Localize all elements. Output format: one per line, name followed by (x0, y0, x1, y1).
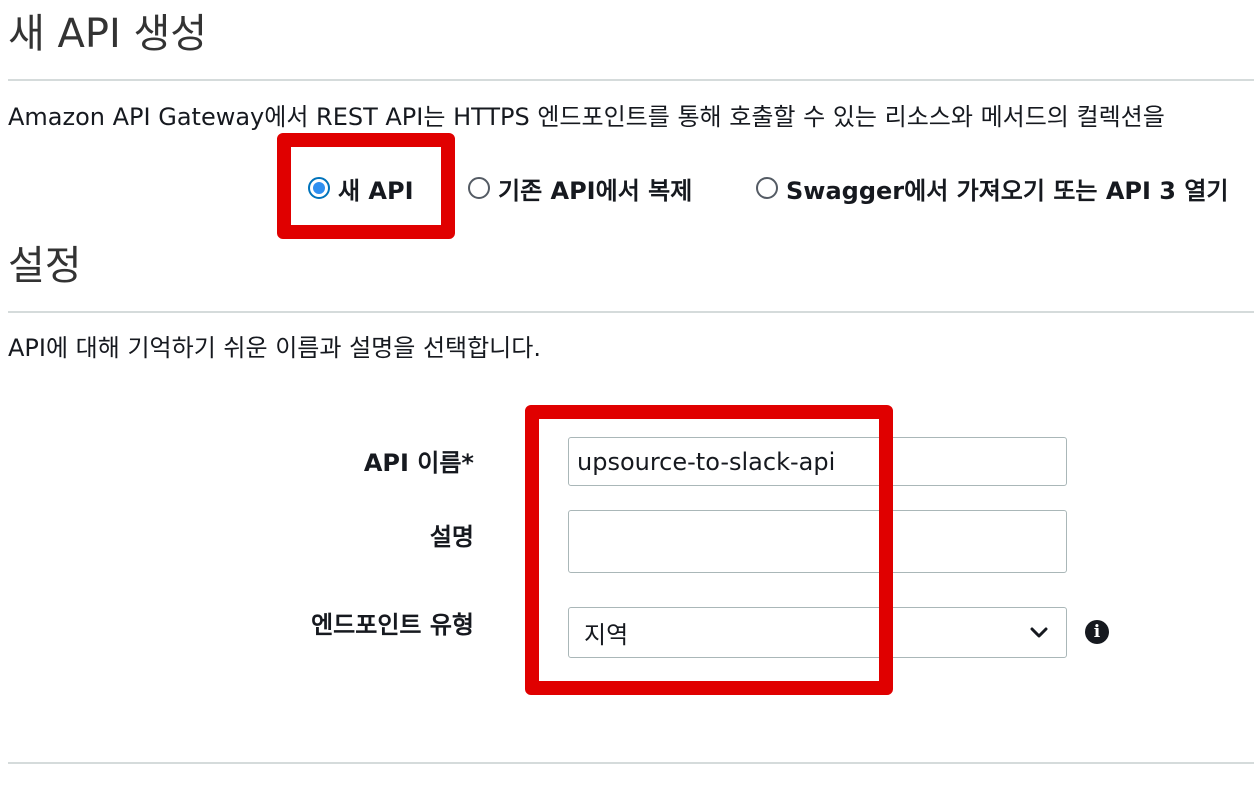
info-icon[interactable]: i (1085, 620, 1109, 644)
intro-text: Amazon API Gateway에서 REST API는 HTTPS 엔드포… (8, 103, 1165, 131)
bottom-divider (8, 762, 1254, 764)
description-field[interactable] (568, 510, 1067, 573)
chevron-down-icon (1030, 627, 1048, 637)
radio-import-swagger[interactable]: Swagger에서 가져오기 또는 API 3 열기 (756, 166, 1229, 210)
create-api-page: 새 API 생성 Amazon API Gateway에서 REST API는 … (0, 0, 1254, 788)
radio-new-api[interactable]: 새 API (308, 166, 414, 210)
radio-clone-api[interactable]: 기존 API에서 복제 (468, 166, 692, 210)
radio-new-api-label: 새 API (338, 176, 414, 205)
settings-description: API에 대해 기억하기 쉬운 이름과 설명을 선택합니다. (8, 334, 541, 362)
page-title: 새 API 생성 (8, 11, 208, 57)
api-name-input[interactable] (568, 437, 1067, 486)
settings-title: 설정 (8, 243, 82, 289)
api-name-label: API 이름* (363, 449, 474, 477)
description-label: 설명 (429, 523, 474, 551)
endpoint-type-select[interactable]: 지역 (568, 607, 1067, 658)
radio-clone-api-label: 기존 API에서 복제 (498, 176, 693, 205)
endpoint-type-label: 엔드포인트 유형 (311, 611, 474, 639)
radio-button-selected[interactable] (308, 177, 330, 199)
radio-button[interactable] (468, 177, 490, 199)
endpoint-type-value: 지역 (584, 621, 629, 649)
radio-import-swagger-label: Swagger에서 가져오기 또는 API 3 열기 (786, 176, 1229, 205)
radio-button[interactable] (756, 177, 778, 199)
settings-divider (8, 311, 1254, 313)
title-divider (8, 79, 1254, 81)
